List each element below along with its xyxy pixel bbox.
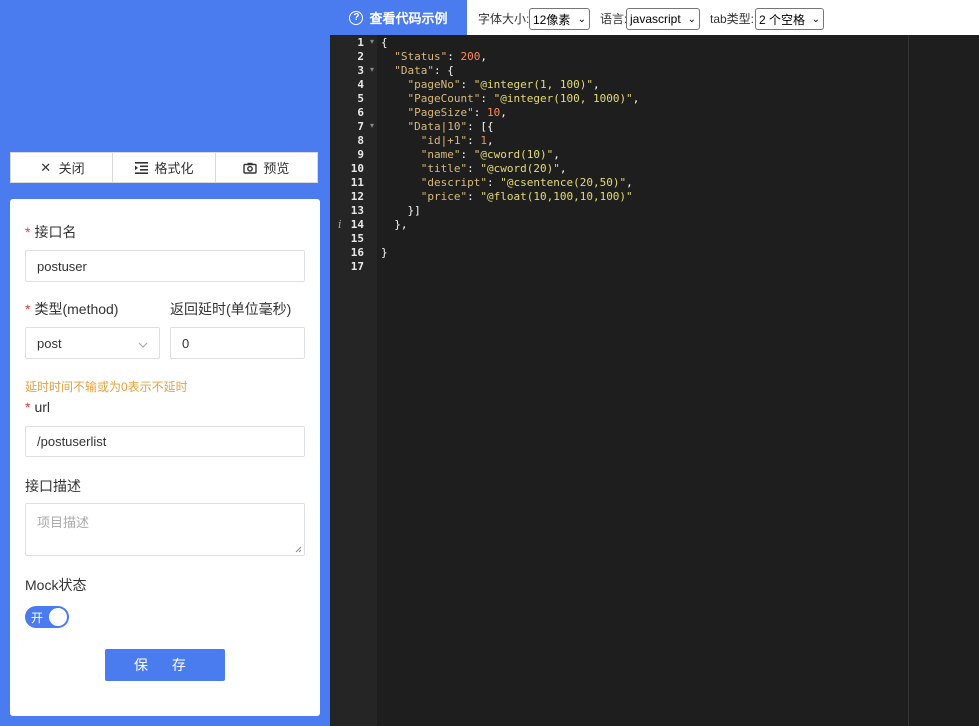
code-line: "price": "@float(10,100,10,100)"	[420, 190, 633, 203]
name-label: * 接口名	[25, 224, 77, 240]
line-number: 10	[350, 162, 364, 175]
close-button[interactable]: ✕ 关闭	[11, 153, 114, 182]
line-number: 17	[350, 260, 364, 273]
line-number: 6	[357, 106, 364, 119]
code-line: }	[381, 246, 388, 259]
name-input[interactable]: postuser	[25, 250, 305, 282]
code-line: "name": "@cword(10)",	[420, 148, 560, 161]
line-number: 3	[357, 64, 364, 77]
left-panel: ✕ 关闭 格式化 预览 * 接口名 postuser * 类型(method) 返回…	[0, 0, 330, 726]
line-number: 9	[357, 148, 364, 161]
interface-form: * 接口名 postuser * 类型(method) 返回延时(单位毫秒) pos…	[10, 199, 320, 716]
tab-type-label: tab类型:	[710, 12, 755, 26]
code-line: },	[381, 218, 408, 231]
toggle-label: 开	[31, 611, 44, 625]
line-number: 11	[350, 176, 364, 189]
language-select[interactable]: javascript ⌄	[626, 8, 700, 30]
line-gutter: 1 ▾ 2 3 ▾ 4 5 6 7 ▾ 8 9 10 11 12 13 14 i 15 16 17	[330, 35, 377, 726]
editor-topbar: ? 查看代码示例 字体大小: 12像素 ⌄ 语言: javascript ⌄ tab…	[330, 0, 979, 35]
code-line: "pageNo": "@integer(1, 100)",	[407, 78, 600, 91]
resize-handle-icon	[295, 546, 302, 553]
font-size-select[interactable]: 12像素 ⌄	[529, 8, 590, 30]
chevron-down-icon: ⌄	[687, 13, 696, 25]
line-number: 8	[357, 134, 364, 147]
code-line: "Data|10": [{	[407, 120, 494, 133]
code-line: }]	[381, 204, 421, 217]
url-label: * url	[25, 399, 51, 415]
lang-label: 语言:	[600, 12, 628, 26]
fold-arrow-icon[interactable]: ▾	[370, 65, 374, 74]
font-size-label: 字体大小:	[478, 12, 530, 26]
delay-input[interactable]: 0	[170, 327, 305, 359]
chevron-down-icon: ⌄	[577, 13, 586, 25]
code-editor[interactable]: 1 ▾ 2 3 ▾ 4 5 6 7 ▾ 8 9 10 11 12 13 14 i 15 16 17 { "Status"…	[330, 35, 979, 726]
info-icon[interactable]: i	[338, 218, 342, 231]
code-example-button[interactable]: ? 查看代码示例	[330, 0, 467, 35]
mock-toggle[interactable]: 开	[25, 606, 69, 628]
toggle-knob	[49, 608, 67, 626]
line-number: 16	[350, 246, 364, 259]
code-line: {	[381, 36, 388, 49]
line-number: 7	[357, 120, 364, 133]
delay-hint: 延时时间不输或为0表示不延时	[25, 380, 188, 394]
code-line: "PageCount": "@integer(100, 1000)",	[407, 92, 640, 105]
desc-textarea[interactable]: 项目描述	[25, 503, 305, 556]
code-line: "PageSize": 10,	[407, 106, 507, 119]
save-button[interactable]: 保 存	[105, 649, 225, 681]
line-number: 2	[357, 50, 364, 63]
chevron-down-icon	[138, 336, 148, 351]
line-number: 1	[357, 36, 364, 49]
format-button[interactable]: 格式化	[113, 153, 216, 182]
line-number: 5	[357, 92, 364, 105]
line-number: 14	[350, 218, 364, 231]
indent-icon	[134, 161, 148, 175]
line-number: 15	[350, 232, 364, 245]
method-label: * 类型(method)	[25, 301, 119, 317]
preview-button[interactable]: 预览	[216, 153, 317, 182]
line-number: 13	[350, 204, 364, 217]
code-line: "Status": 200,	[394, 50, 487, 63]
code-line: "title": "@cword(20)",	[420, 162, 567, 175]
mock-label: Mock状态	[25, 577, 87, 593]
close-icon: ✕	[40, 159, 52, 175]
tab-type-select[interactable]: 2 个空格 ⌄	[755, 8, 824, 30]
fold-arrow-icon[interactable]: ▾	[370, 37, 374, 46]
editor-toolbar: ✕ 关闭 格式化 预览	[10, 152, 318, 183]
fold-arrow-icon[interactable]: ▾	[370, 121, 374, 130]
url-input[interactable]: /postuserlist	[25, 426, 305, 457]
camera-icon	[243, 161, 258, 175]
help-icon: ?	[349, 10, 364, 25]
print-margin	[908, 35, 909, 726]
code-line: "descript": "@csentence(20,50)",	[420, 176, 633, 189]
line-number: 12	[350, 190, 364, 203]
method-select[interactable]: post	[25, 327, 160, 359]
desc-label: 接口描述	[25, 478, 81, 494]
chevron-down-icon: ⌄	[811, 13, 820, 25]
code-line: "Data": {	[394, 64, 454, 77]
preview-label: 预览	[263, 161, 290, 176]
code-line: "id|+1": 1,	[420, 134, 494, 147]
close-label: 关闭	[58, 161, 85, 176]
delay-label: 返回延时(单位毫秒)	[170, 301, 292, 317]
line-number: 4	[357, 78, 364, 91]
format-label: 格式化	[154, 161, 194, 176]
